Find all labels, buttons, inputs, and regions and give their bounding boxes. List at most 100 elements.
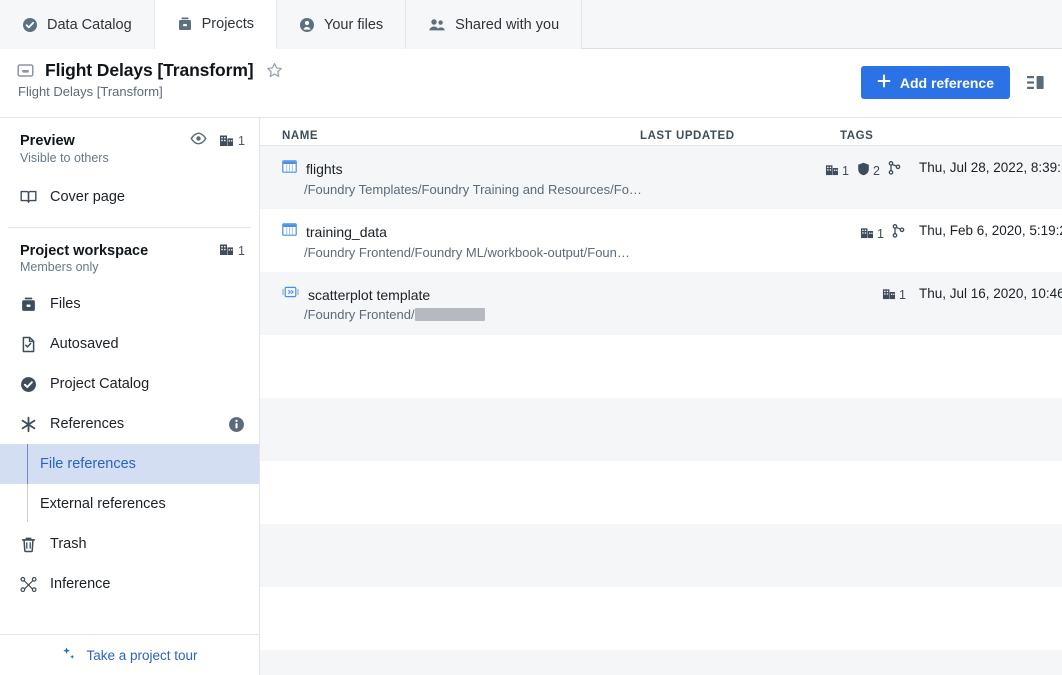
sidebar-item-label: References (50, 416, 125, 432)
table-empty-row (260, 650, 1062, 675)
count-label: 1 (877, 226, 884, 241)
tab-shared-with-you[interactable]: Shared with you (406, 0, 583, 49)
sidebar-item-autosaved[interactable]: Autosaved (0, 324, 259, 364)
briefcase-icon (177, 16, 193, 32)
table-row[interactable]: flights /Foundry Templates/Foundry Train… (260, 146, 1062, 209)
sidebar-item-file-references[interactable]: File references (0, 444, 259, 484)
sidebar: Preview 1 Visible to others Cover page P… (0, 118, 260, 675)
row-marker-org: 1 (860, 226, 884, 242)
document-check-icon (20, 336, 37, 353)
dataset-table-icon (282, 222, 297, 242)
sidebar-item-inference[interactable]: Inference (0, 564, 259, 604)
redacted-path-block (414, 308, 485, 321)
table-header-row: NAME LAST UPDATED TAGS (260, 118, 1062, 146)
workspace-title: Project workspace (20, 242, 149, 259)
references-table: NAME LAST UPDATED TAGS flights /Foundry … (260, 118, 1062, 675)
preview-section-header: Preview 1 (0, 126, 259, 150)
tab-label: Data Catalog (47, 16, 132, 33)
row-path: /Foundry Frontend/Foundry ML/workbook-ou… (304, 244, 630, 260)
take-project-tour-button[interactable]: Take a project tour (0, 634, 259, 675)
add-reference-label: Add reference (899, 74, 994, 91)
table-empty-row (260, 587, 1062, 650)
row-name-line: flights (282, 159, 640, 179)
column-header-tags[interactable]: TAGS (840, 130, 1062, 142)
count-label: 1 (899, 288, 906, 302)
folder-tray-icon (16, 61, 35, 80)
header-actions: Add reference (860, 66, 1046, 99)
tab-label: Projects (201, 16, 255, 32)
preview-org-count: 1 (219, 133, 245, 150)
office-building-icon (219, 242, 234, 259)
check-circle-icon (22, 17, 38, 33)
row-marker-org: 1 (825, 163, 849, 179)
column-header-last-updated[interactable]: LAST UPDATED (640, 130, 840, 142)
table-empty-row (260, 461, 1062, 524)
tab-your-files[interactable]: Your files (277, 0, 407, 49)
table-empty-row (260, 524, 1062, 587)
code-template-icon (282, 285, 299, 304)
row-name: training_data (306, 223, 387, 240)
column-header-name[interactable]: NAME (260, 130, 640, 142)
sidebar-item-cover-page[interactable]: Cover page (0, 177, 259, 217)
take-project-tour-label: Take a project tour (86, 647, 198, 663)
sparkles-icon (61, 646, 77, 665)
row-path-wrap: /Foundry Frontend/ (282, 307, 640, 322)
sidebar-item-project-catalog[interactable]: Project Catalog (0, 364, 259, 404)
person-icon (299, 17, 315, 33)
page-title: Flight Delays [Transform] (45, 60, 254, 80)
workspace-meta: 1 (219, 242, 245, 259)
panel-layout-icon[interactable] (1026, 74, 1046, 92)
office-building-icon (825, 163, 839, 179)
table-empty-row (260, 398, 1062, 461)
row-name-line: training_data (282, 222, 640, 242)
sidebar-item-files[interactable]: Files (0, 284, 259, 324)
info-filled-icon[interactable] (228, 416, 245, 433)
row-path: /Foundry Frontend/ (304, 307, 415, 322)
sidebar-item-label: Trash (50, 536, 87, 552)
sidebar-item-external-references[interactable]: External references (0, 484, 259, 524)
sidebar-item-label: Inference (50, 576, 111, 592)
briefcase-icon (20, 296, 37, 313)
row-name-cell: flights /Foundry Templates/Foundry Train… (260, 159, 642, 197)
tab-data-catalog[interactable]: Data Catalog (0, 0, 155, 49)
sidebar-divider (8, 227, 251, 228)
count-label: 2 (872, 163, 880, 178)
workspace-subtitle: Members only (20, 260, 99, 274)
sidebar-item-label: Autosaved (50, 336, 119, 352)
project-header: Flight Delays [Transform] Flight Delays … (0, 49, 1062, 118)
add-reference-button[interactable]: Add reference (860, 66, 1010, 99)
count-label: 1 (842, 163, 849, 178)
workspace-org-count: 1 (219, 242, 245, 259)
sidebar-item-references[interactable]: References (0, 404, 259, 444)
row-last-updated: Thu, Jul 16, 2020, 10:46:10 AM (919, 286, 1062, 301)
sidebar-item-trash[interactable]: Trash (0, 524, 259, 564)
row-markers: 1 (860, 224, 905, 243)
references-subnav: File references External references (0, 444, 259, 524)
asterisk-icon (20, 416, 37, 433)
sidebar-item-label: Files (50, 296, 81, 312)
row-marker-shield: 2 (857, 162, 880, 179)
row-name-cell: training_data /Foundry Frontend/Foundry … (260, 222, 640, 260)
office-building-icon (219, 133, 234, 150)
office-building-icon (860, 226, 874, 242)
table-row[interactable]: training_data /Foundry Frontend/Foundry … (260, 209, 1062, 272)
row-name-cell: scatterplot template /Foundry Frontend/ (260, 285, 640, 322)
preview-meta: 1 (190, 132, 245, 150)
sidebar-subitem-label: External references (40, 496, 166, 512)
sidebar-item-label: Project Catalog (50, 376, 150, 392)
row-name: scatterplot template (308, 286, 431, 303)
tab-projects[interactable]: Projects (154, 0, 278, 49)
plus-icon (877, 74, 891, 91)
row-marker-org: 1 (882, 287, 906, 303)
count-label: 1 (238, 134, 245, 148)
row-markers: 1 2 (825, 161, 901, 180)
table-row[interactable]: scatterplot template /Foundry Frontend/ … (260, 272, 1062, 335)
tab-label: Shared with you (455, 16, 560, 33)
eye-icon[interactable] (190, 132, 207, 150)
git-branch-icon (892, 224, 905, 243)
people-icon (428, 17, 446, 33)
tab-label: Your files (324, 16, 384, 33)
row-name: flights (306, 160, 343, 177)
star-outline-icon[interactable] (266, 62, 283, 79)
count-label: 1 (238, 243, 245, 258)
